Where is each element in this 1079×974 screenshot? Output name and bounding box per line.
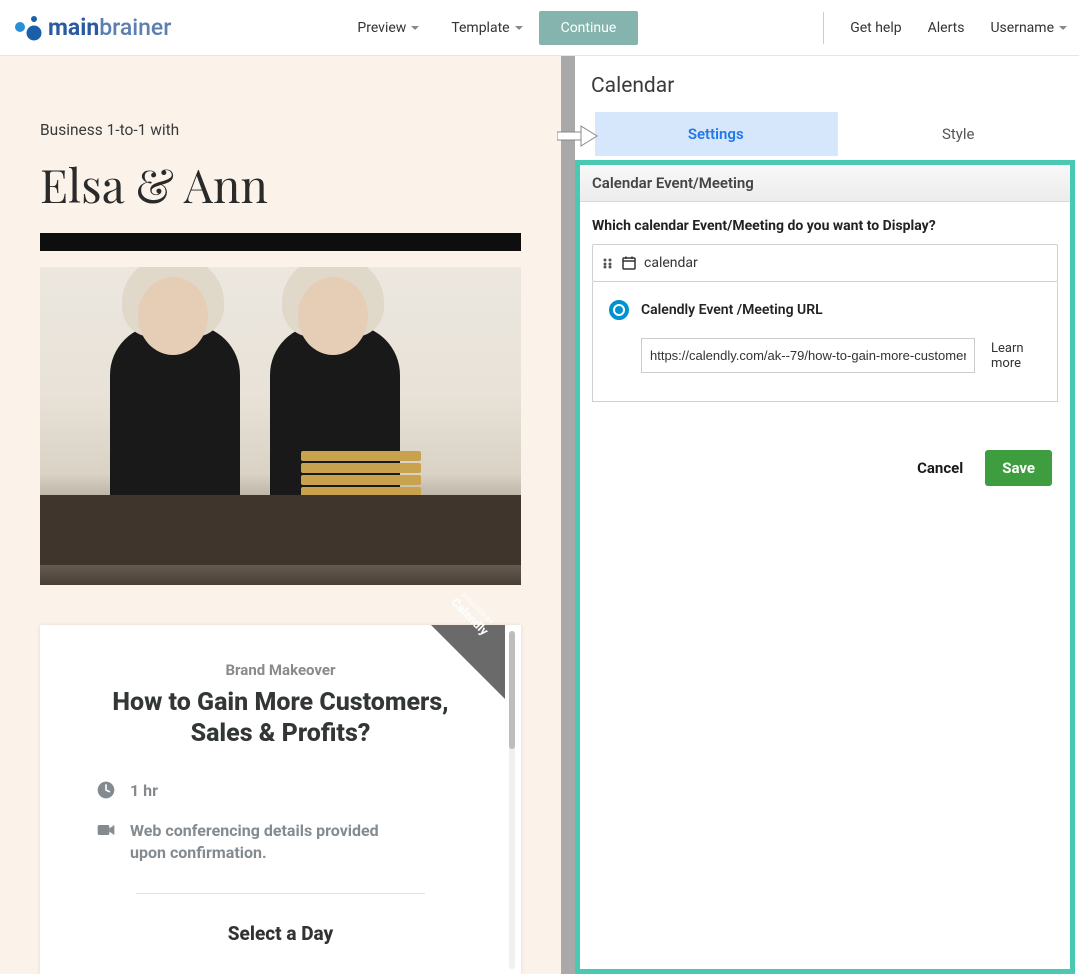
question-label: Which calendar Event/Meeting do you want…	[592, 218, 1058, 234]
brand-text: mainbrainer	[48, 14, 171, 41]
radio-calendly-url-label: Calendly Event /Meeting URL	[641, 302, 823, 318]
tab-style[interactable]: Style	[837, 112, 1079, 156]
calendar-url-block: Calendly Event /Meeting URL Learn more	[592, 282, 1058, 402]
calendly-scrollbar[interactable]	[509, 631, 515, 969]
arrow-right-icon	[557, 124, 599, 148]
doc-title: Elsa & Ann	[40, 153, 561, 215]
calendly-conf-row: Web conferencing details provided upon c…	[96, 820, 481, 865]
panel-title: Calendar	[575, 56, 1079, 112]
calendar-icon	[622, 256, 636, 270]
chevron-down-icon	[1059, 26, 1067, 30]
radio-calendly-url[interactable]	[609, 300, 629, 320]
cancel-button[interactable]: Cancel	[917, 459, 963, 477]
settings-highlight-box: Calendar Event/Meeting Which calendar Ev…	[575, 160, 1075, 974]
nav-preview[interactable]: Preview	[341, 12, 435, 44]
calendar-select[interactable]: calendar	[592, 244, 1058, 282]
nav-template[interactable]: Template	[435, 12, 538, 44]
section-heading: Calendar Event/Meeting	[580, 165, 1070, 202]
column-splitter[interactable]	[561, 56, 575, 974]
learn-more-link[interactable]: Learn more	[991, 341, 1041, 371]
nav-alerts[interactable]: Alerts	[928, 20, 965, 36]
doc-pretitle: Business 1-to-1 with	[40, 121, 561, 139]
video-icon	[96, 820, 116, 840]
calendly-conf-text: Web conferencing details provided upon c…	[130, 820, 410, 865]
brand-dots-icon	[12, 15, 42, 41]
panel-tabs: Settings Style	[575, 112, 1079, 156]
top-nav: mainbrainer Preview Template Continue Ge…	[0, 0, 1079, 56]
scrollbar-thumb[interactable]	[509, 631, 515, 749]
nav-help[interactable]: Get help	[850, 20, 901, 36]
action-row: Cancel Save	[580, 420, 1070, 486]
calendly-title: How to Gain More Customers, Sales & Prof…	[80, 687, 481, 750]
nav-center: Preview Template Continue	[341, 11, 638, 45]
brand-logo[interactable]: mainbrainer	[12, 14, 171, 41]
calendly-divider	[136, 893, 425, 894]
calendly-widget[interactable]: POWERED BY Calendly Brand Makeover How t…	[40, 625, 521, 974]
hero-image	[40, 267, 521, 585]
calendly-select-day: Select a Day	[80, 922, 481, 945]
chevron-down-icon	[515, 26, 523, 30]
clock-icon	[96, 780, 116, 800]
workspace: Business 1-to-1 with Elsa & Ann POWERED …	[0, 56, 1079, 974]
drag-handle-icon	[603, 258, 614, 269]
calendly-url-input[interactable]	[641, 338, 975, 373]
save-button[interactable]: Save	[985, 450, 1052, 486]
calendly-duration-row: 1 hr	[96, 780, 481, 802]
nav-divider	[823, 12, 824, 44]
settings-panel: Calendar Settings Style Calendar Event/M…	[575, 56, 1079, 974]
tab-settings[interactable]: Settings	[595, 112, 837, 156]
preview-column: Business 1-to-1 with Elsa & Ann POWERED …	[0, 56, 561, 974]
calendly-duration: 1 hr	[130, 780, 158, 802]
chevron-down-icon	[411, 26, 419, 30]
nav-right: Get help Alerts Username	[823, 12, 1067, 44]
calendly-brand: Brand Makeover	[80, 661, 481, 679]
continue-button[interactable]: Continue	[539, 11, 639, 45]
nav-username[interactable]: Username	[990, 20, 1067, 36]
doc-divider-bar	[40, 233, 521, 251]
calendar-select-value: calendar	[644, 255, 698, 271]
